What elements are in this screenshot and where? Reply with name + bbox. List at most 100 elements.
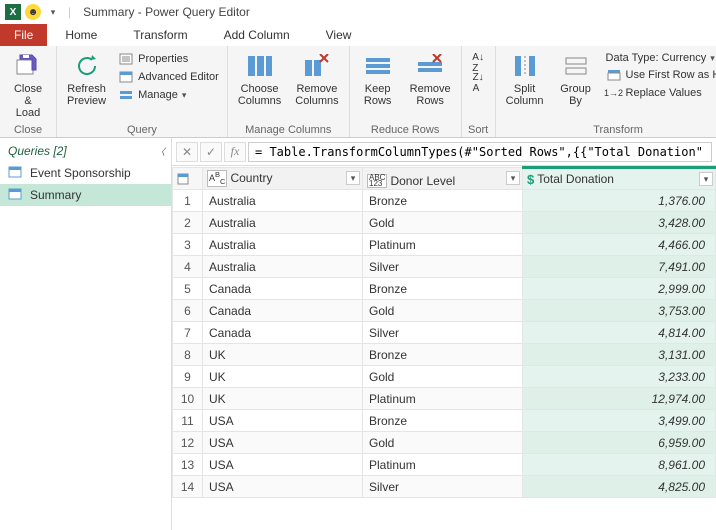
table-row[interactable]: 7CanadaSilver4,814.00 <box>173 322 716 344</box>
cell-country[interactable]: UK <box>203 366 363 388</box>
col-total-donation[interactable]: $ Total Donation ▾ <box>523 168 716 190</box>
cell-donation[interactable]: 3,233.00 <box>523 366 716 388</box>
cell-level[interactable]: Bronze <box>363 410 523 432</box>
filter-country-icon[interactable]: ▾ <box>346 171 360 185</box>
cell-country[interactable]: USA <box>203 454 363 476</box>
refresh-preview-button[interactable]: Refresh Preview <box>63 49 110 109</box>
cell-donation[interactable]: 12,974.00 <box>523 388 716 410</box>
tab-transform[interactable]: Transform <box>115 24 205 46</box>
cell-country[interactable]: Canada <box>203 300 363 322</box>
cell-country[interactable]: Australia <box>203 256 363 278</box>
cell-donation[interactable]: 3,131.00 <box>523 344 716 366</box>
cell-country[interactable]: Canada <box>203 278 363 300</box>
col-donor-level[interactable]: ABC123 Donor Level ▾ <box>363 168 523 190</box>
table-row[interactable]: 5CanadaBronze2,999.00 <box>173 278 716 300</box>
table-row[interactable]: 13USAPlatinum8,961.00 <box>173 454 716 476</box>
table-row[interactable]: 10UKPlatinum12,974.00 <box>173 388 716 410</box>
cell-level[interactable]: Platinum <box>363 454 523 476</box>
table-row[interactable]: 9UKGold3,233.00 <box>173 366 716 388</box>
group-query: Refresh Preview Properties Advanced Edit… <box>57 46 228 137</box>
split-column-button[interactable]: Split Column <box>502 49 548 109</box>
properties-button[interactable]: Properties <box>116 51 221 67</box>
query-label: Summary <box>30 188 81 202</box>
cell-level[interactable]: Bronze <box>363 344 523 366</box>
table-row[interactable]: 3AustraliaPlatinum4,466.00 <box>173 234 716 256</box>
group-by-button[interactable]: Group By <box>554 49 598 109</box>
queries-header: Queries [2] 〈 <box>0 144 171 162</box>
cell-donation[interactable]: 3,499.00 <box>523 410 716 432</box>
keep-rows-button[interactable]: Keep Rows <box>356 49 400 109</box>
tab-file[interactable]: File <box>0 24 47 46</box>
separator: | <box>68 5 71 19</box>
cell-level[interactable]: Gold <box>363 300 523 322</box>
table-icon <box>8 166 24 180</box>
collapse-panel-icon[interactable]: 〈 <box>156 145 165 158</box>
table-row[interactable]: 2AustraliaGold3,428.00 <box>173 212 716 234</box>
filter-level-icon[interactable]: ▾ <box>506 171 520 185</box>
cell-donation[interactable]: 1,376.00 <box>523 190 716 212</box>
cell-level[interactable]: Gold <box>363 432 523 454</box>
cell-donation[interactable]: 3,428.00 <box>523 212 716 234</box>
cell-donation[interactable]: 4,466.00 <box>523 234 716 256</box>
cell-country[interactable]: Canada <box>203 322 363 344</box>
sort-asc-button[interactable]: A↓Z <box>468 55 488 71</box>
query-item[interactable]: Summary <box>0 184 171 206</box>
group-by-icon <box>561 51 591 81</box>
cell-country[interactable]: USA <box>203 410 363 432</box>
replace-values-button[interactable]: 1→2 Replace Values <box>604 85 716 101</box>
query-item[interactable]: Event Sponsorship <box>0 162 171 184</box>
cell-country[interactable]: Australia <box>203 212 363 234</box>
cell-level[interactable]: Bronze <box>363 190 523 212</box>
cell-donation[interactable]: 8,961.00 <box>523 454 716 476</box>
data-type-button[interactable]: Data Type: Currency ▾ <box>604 51 716 65</box>
table-row[interactable]: 8UKBronze3,131.00 <box>173 344 716 366</box>
manage-button[interactable]: Manage ▾ <box>116 87 221 103</box>
cell-donation[interactable]: 7,491.00 <box>523 256 716 278</box>
cell-country[interactable]: Australia <box>203 190 363 212</box>
table-row[interactable]: 1AustraliaBronze1,376.00 <box>173 190 716 212</box>
cell-country[interactable]: UK <box>203 344 363 366</box>
sort-desc-button[interactable]: Z↓A <box>468 75 488 91</box>
cell-donation[interactable]: 6,959.00 <box>523 432 716 454</box>
cell-country[interactable]: USA <box>203 476 363 498</box>
cell-country[interactable]: USA <box>203 432 363 454</box>
cell-donation[interactable]: 2,999.00 <box>523 278 716 300</box>
cell-level[interactable]: Silver <box>363 256 523 278</box>
table-row[interactable]: 14USASilver4,825.00 <box>173 476 716 498</box>
table-corner[interactable] <box>173 168 203 190</box>
cell-donation[interactable]: 4,825.00 <box>523 476 716 498</box>
cell-country[interactable]: Australia <box>203 234 363 256</box>
remove-columns-button[interactable]: Remove Columns <box>291 49 342 109</box>
tab-home[interactable]: Home <box>47 24 115 46</box>
close-load-button[interactable]: Close & Load <box>6 49 50 121</box>
advanced-editor-button[interactable]: Advanced Editor <box>116 69 221 85</box>
remove-rows-button[interactable]: Remove Rows <box>406 49 455 109</box>
choose-columns-button[interactable]: Choose Columns <box>234 49 285 109</box>
table-row[interactable]: 6CanadaGold3,753.00 <box>173 300 716 322</box>
cell-level[interactable]: Silver <box>363 322 523 344</box>
formula-input[interactable] <box>248 142 712 162</box>
cell-level[interactable]: Bronze <box>363 278 523 300</box>
cell-level[interactable]: Silver <box>363 476 523 498</box>
cell-donation[interactable]: 3,753.00 <box>523 300 716 322</box>
formula-cancel-button[interactable]: ✕ <box>176 142 198 162</box>
cell-country[interactable]: UK <box>203 388 363 410</box>
tab-add-column[interactable]: Add Column <box>206 24 308 46</box>
first-row-headers-button[interactable]: Use First Row as Hea <box>604 67 716 83</box>
cell-level[interactable]: Gold <box>363 212 523 234</box>
cell-level[interactable]: Platinum <box>363 388 523 410</box>
cell-level[interactable]: Platinum <box>363 234 523 256</box>
cell-level[interactable]: Gold <box>363 366 523 388</box>
cell-donation[interactable]: 4,814.00 <box>523 322 716 344</box>
row-number: 3 <box>173 234 203 256</box>
tab-view[interactable]: View <box>308 24 370 46</box>
table-row[interactable]: 11USABronze3,499.00 <box>173 410 716 432</box>
qat-dropdown-icon[interactable]: ▾ <box>44 3 62 21</box>
col-country[interactable]: ABC Country ▾ <box>203 168 363 190</box>
replace-values-icon: 1→2 <box>606 86 622 100</box>
filter-donation-icon[interactable]: ▾ <box>699 172 713 186</box>
formula-commit-button[interactable]: ✓ <box>200 142 222 162</box>
advanced-editor-icon <box>118 70 134 84</box>
table-row[interactable]: 4AustraliaSilver7,491.00 <box>173 256 716 278</box>
table-row[interactable]: 12USAGold6,959.00 <box>173 432 716 454</box>
